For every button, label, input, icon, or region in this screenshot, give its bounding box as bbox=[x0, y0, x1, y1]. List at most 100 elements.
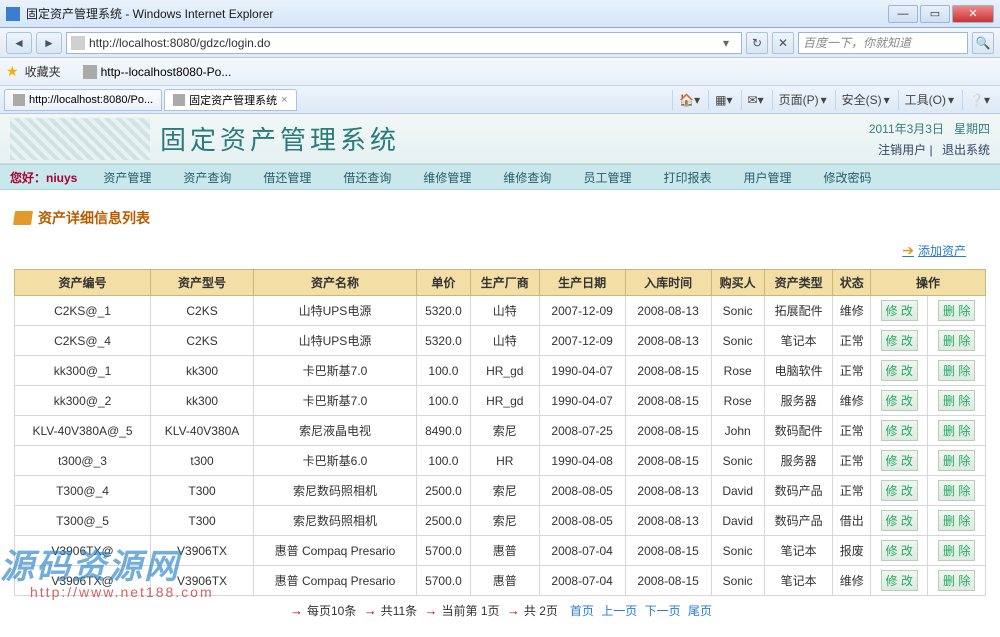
delete-button[interactable]: 删 除 bbox=[938, 330, 975, 351]
edit-button[interactable]: 修 改 bbox=[881, 510, 918, 531]
delete-button[interactable]: 删 除 bbox=[938, 300, 975, 321]
table-cell: 报废 bbox=[833, 536, 871, 566]
close-button[interactable]: ✕ bbox=[952, 5, 994, 23]
arrow-icon: → bbox=[507, 603, 520, 618]
table-cell: t300@_3 bbox=[15, 446, 151, 476]
pager-next[interactable]: 下一页 bbox=[645, 604, 681, 618]
table-cell: 2008-07-25 bbox=[539, 416, 625, 446]
help-button[interactable]: ❔▾ bbox=[962, 90, 996, 110]
table-cell: Rose bbox=[711, 356, 764, 386]
exit-system-link[interactable]: 退出系统 bbox=[942, 143, 990, 157]
table-cell: 山特UPS电源 bbox=[254, 326, 417, 356]
edit-button[interactable]: 修 改 bbox=[881, 330, 918, 351]
tab-close-icon[interactable]: × bbox=[281, 94, 287, 106]
table-cell: 维修 bbox=[833, 566, 871, 596]
home-button[interactable]: 🏠▾ bbox=[672, 90, 706, 110]
refresh-button[interactable]: ↻ bbox=[746, 32, 768, 54]
back-button[interactable]: ◄ bbox=[6, 32, 32, 54]
tab-0[interactable]: http://localhost:8080/Po... bbox=[4, 89, 162, 111]
favorite-item[interactable]: http--localhost8080-Po... bbox=[83, 65, 232, 79]
arrow-icon: → bbox=[425, 603, 438, 618]
menu-borrow-query[interactable]: 借还查询 bbox=[327, 169, 407, 186]
favorites-label[interactable]: 收藏夹 bbox=[25, 63, 61, 80]
banner-date: 2011年3月3日 星期四 bbox=[869, 120, 990, 137]
table-cell: 借出 bbox=[833, 506, 871, 536]
menu-asset-manage[interactable]: 资产管理 bbox=[87, 169, 167, 186]
table-cell: 索尼 bbox=[470, 476, 539, 506]
menu-borrow-manage[interactable]: 借还管理 bbox=[247, 169, 327, 186]
safety-menu[interactable]: 安全(S) ▾ bbox=[835, 90, 896, 110]
table-cell: Sonic bbox=[711, 296, 764, 326]
table-cell: V3906TX@ bbox=[15, 566, 151, 596]
edit-button[interactable]: 修 改 bbox=[881, 420, 918, 441]
address-bar: ◄ ► http://localhost:8080/gdzc/login.do … bbox=[0, 28, 1000, 58]
table-cell: David bbox=[711, 476, 764, 506]
table-cell: 2008-07-04 bbox=[539, 566, 625, 596]
pager-first[interactable]: 首页 bbox=[570, 604, 594, 618]
search-go-button[interactable]: 🔍 bbox=[972, 32, 994, 54]
delete-button[interactable]: 删 除 bbox=[938, 420, 975, 441]
menu-print-report[interactable]: 打印报表 bbox=[647, 169, 727, 186]
menu-repair-query[interactable]: 维修查询 bbox=[487, 169, 567, 186]
pager-last[interactable]: 尾页 bbox=[688, 604, 712, 618]
stop-button[interactable]: ✕ bbox=[772, 32, 794, 54]
delete-button[interactable]: 删 除 bbox=[938, 510, 975, 531]
delete-button[interactable]: 删 除 bbox=[938, 390, 975, 411]
col-header: 操作 bbox=[870, 270, 985, 296]
table-cell: 索尼数码照相机 bbox=[254, 476, 417, 506]
table-cell: 维修 bbox=[833, 386, 871, 416]
feed-button[interactable]: ▦▾ bbox=[708, 90, 738, 110]
add-asset-link[interactable]: ➔ 添加资产 bbox=[902, 242, 966, 259]
table-cell: 正常 bbox=[833, 446, 871, 476]
greeting: 您好：niuys bbox=[0, 169, 87, 186]
table-row: T300@_5T300索尼数码照相机2500.0索尼2008-08-052008… bbox=[15, 506, 986, 536]
table-cell: C2KS bbox=[151, 326, 254, 356]
menu-repair-manage[interactable]: 维修管理 bbox=[407, 169, 487, 186]
table-cell: 正常 bbox=[833, 326, 871, 356]
edit-button[interactable]: 修 改 bbox=[881, 570, 918, 591]
menu-staff-manage[interactable]: 员工管理 bbox=[567, 169, 647, 186]
table-cell: T300 bbox=[151, 476, 254, 506]
table-cell: 卡巴斯基7.0 bbox=[254, 386, 417, 416]
delete-button[interactable]: 删 除 bbox=[938, 450, 975, 471]
minimize-button[interactable]: — bbox=[888, 5, 918, 23]
edit-button[interactable]: 修 改 bbox=[881, 540, 918, 561]
search-input[interactable]: 百度一下，你就知道 bbox=[798, 32, 968, 54]
delete-button[interactable]: 删 除 bbox=[938, 360, 975, 381]
table-cell: 2008-08-15 bbox=[625, 446, 711, 476]
table-row: kk300@_2kk300卡巴斯基7.0100.0HR_gd1990-04-07… bbox=[15, 386, 986, 416]
url-input[interactable]: http://localhost:8080/gdzc/login.do ▾ bbox=[66, 32, 742, 54]
menu-change-pwd[interactable]: 修改密码 bbox=[807, 169, 887, 186]
table-cell: 笔记本 bbox=[764, 326, 833, 356]
edit-button[interactable]: 修 改 bbox=[881, 300, 918, 321]
delete-button[interactable]: 删 除 bbox=[938, 570, 975, 591]
mail-button[interactable]: ✉▾ bbox=[741, 90, 770, 110]
book-icon bbox=[13, 211, 33, 225]
table-cell: 2007-12-09 bbox=[539, 326, 625, 356]
col-header: 单价 bbox=[416, 270, 470, 296]
col-header: 生产厂商 bbox=[470, 270, 539, 296]
maximize-button[interactable]: ▭ bbox=[920, 5, 950, 23]
favorites-star-icon[interactable]: ★ bbox=[6, 63, 19, 80]
table-cell: 2008-08-13 bbox=[625, 296, 711, 326]
delete-button[interactable]: 删 除 bbox=[938, 540, 975, 561]
table-cell: T300 bbox=[151, 506, 254, 536]
table-cell: 卡巴斯基7.0 bbox=[254, 356, 417, 386]
url-dropdown-icon[interactable]: ▾ bbox=[723, 36, 737, 50]
edit-button[interactable]: 修 改 bbox=[881, 450, 918, 471]
tab-favicon bbox=[173, 94, 185, 106]
delete-button[interactable]: 删 除 bbox=[938, 480, 975, 501]
forward-button[interactable]: ► bbox=[36, 32, 62, 54]
table-cell: Rose bbox=[711, 386, 764, 416]
tab-1[interactable]: 固定资产管理系统 × bbox=[164, 89, 296, 111]
menu-user-manage[interactable]: 用户管理 bbox=[727, 169, 807, 186]
edit-button[interactable]: 修 改 bbox=[881, 480, 918, 501]
logout-user-link[interactable]: 注销用户 bbox=[878, 143, 926, 157]
col-header: 资产编号 bbox=[15, 270, 151, 296]
edit-button[interactable]: 修 改 bbox=[881, 360, 918, 381]
menu-asset-query[interactable]: 资产查询 bbox=[167, 169, 247, 186]
tools-menu[interactable]: 工具(O) ▾ bbox=[898, 90, 960, 110]
pager-prev[interactable]: 上一页 bbox=[601, 604, 637, 618]
page-menu[interactable]: 页面(P) ▾ bbox=[772, 90, 833, 110]
edit-button[interactable]: 修 改 bbox=[881, 390, 918, 411]
